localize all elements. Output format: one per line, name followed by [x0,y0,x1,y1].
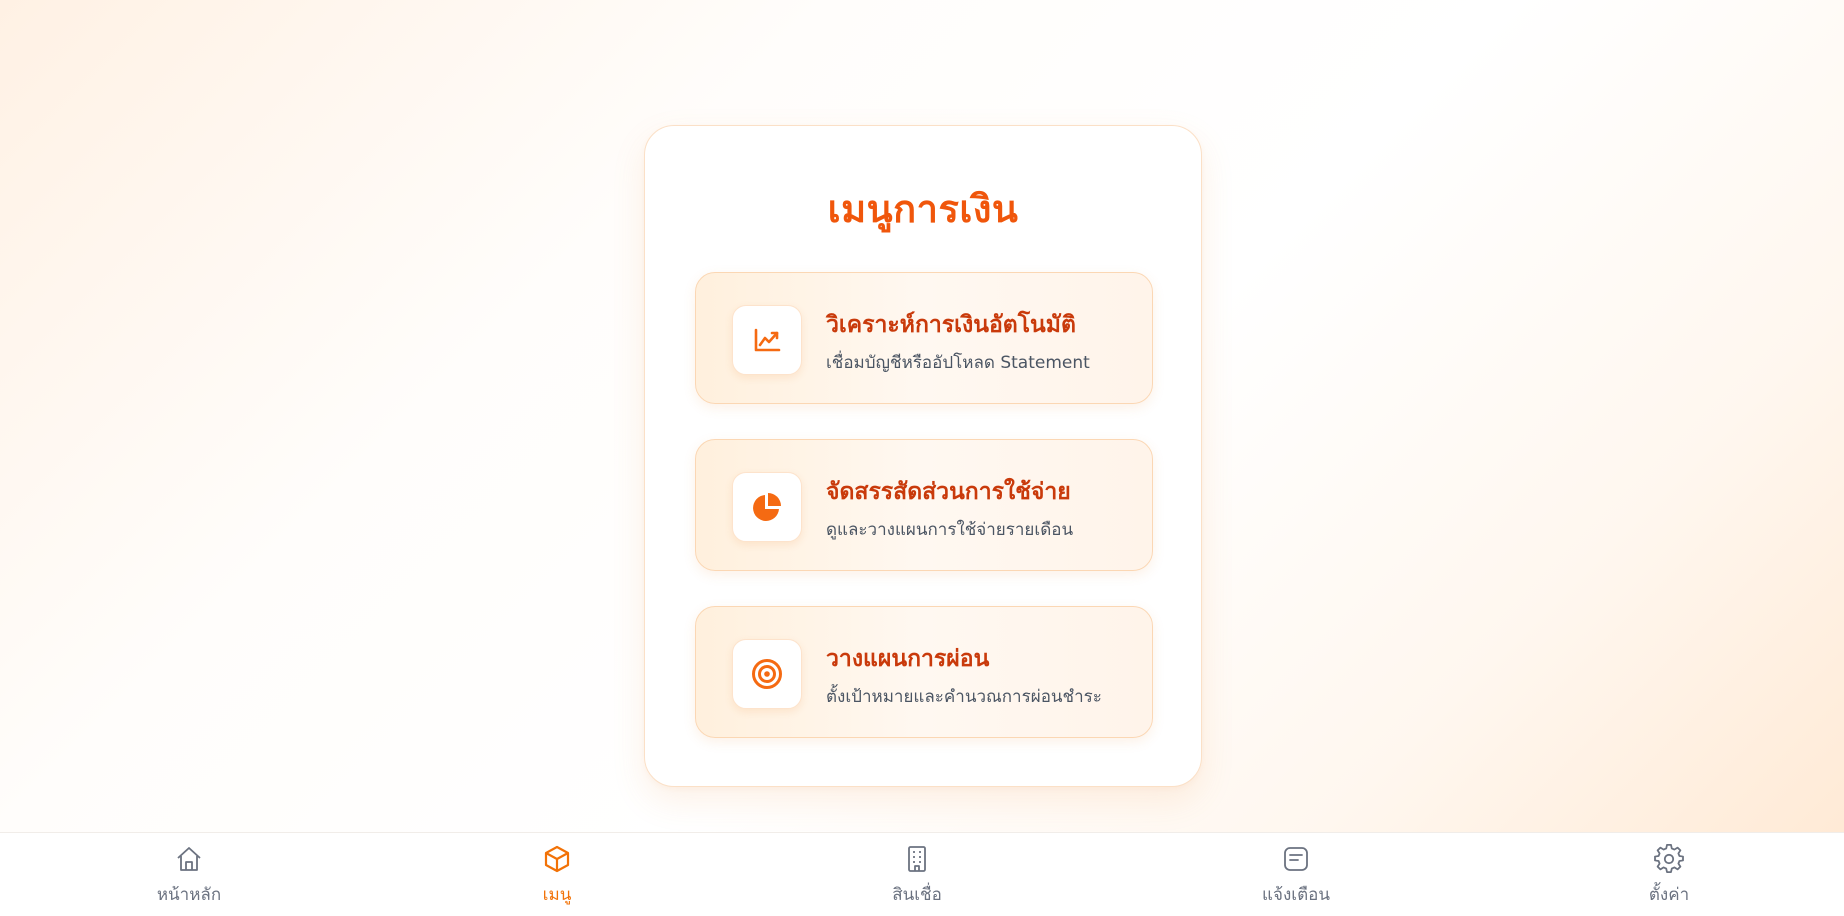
menu-item-title: จัดสรรสัดส่วนการใช้จ่าย [826,479,1071,505]
nav-label: หน้าหลัก [156,885,222,905]
nav-item-notifications[interactable]: แจ้งเตือน [1196,843,1396,913]
building-icon [901,843,933,875]
bottom-nav: หน้าหลัก เมนู สินเชื่อ แจ้งเตือน ตั้งค่า [0,832,1844,916]
message-square-icon [1280,843,1312,875]
nav-label: เมนู [542,885,572,905]
home-icon [173,843,205,875]
nav-item-loans[interactable]: สินเชื่อ [817,843,1017,913]
nav-label: สินเชื่อ [892,885,942,905]
box-icon [541,843,573,875]
target-icon [732,639,802,709]
nav-label: ตั้งค่า [1648,885,1690,905]
menu-item-auto-analysis[interactable]: วิเคราะห์การเงินอัตโนมัติ เชื่อมบัญชีหรื… [695,272,1153,404]
pie-chart-icon [732,472,802,542]
menu-item-subtitle: ตั้งเป้าหมายและคำนวณการผ่อนชำระ [826,687,1102,707]
menu-item-spending-allocation[interactable]: จัดสรรสัดส่วนการใช้จ่าย ดูและวางแผนการใช… [695,439,1153,571]
chart-line-icon [732,305,802,375]
menu-item-installment-plan[interactable]: วางแผนการผ่อน ตั้งเป้าหมายและคำนวณการผ่อ… [695,606,1153,738]
menu-item-title: วางแผนการผ่อน [826,646,990,672]
nav-label: แจ้งเตือน [1262,885,1330,905]
nav-item-home[interactable]: หน้าหลัก [89,843,289,913]
menu-item-subtitle: ดูและวางแผนการใช้จ่ายรายเดือน [826,520,1074,540]
nav-item-menu[interactable]: เมนู [457,843,657,913]
menu-item-title: วิเคราะห์การเงินอัตโนมัติ [826,312,1076,338]
gear-icon [1653,843,1685,875]
nav-item-settings[interactable]: ตั้งค่า [1569,843,1769,913]
finance-menu-card: เมนูการเงิน วิเคราะห์การเงินอัตโนมัติ เช… [644,125,1202,787]
menu-item-subtitle: เชื่อมบัญชีหรืออัปโหลด Statement [826,353,1090,373]
page-title: เมนูการเงิน [827,187,1019,231]
